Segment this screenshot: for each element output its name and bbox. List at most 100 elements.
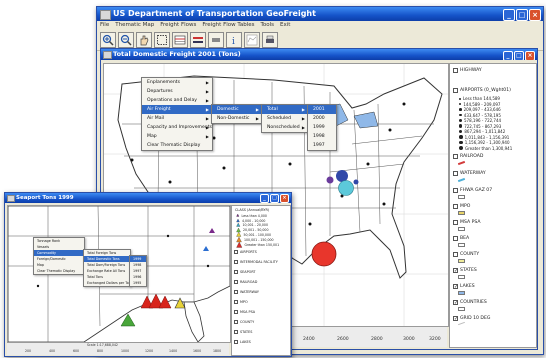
layer-msa-psa[interactable]: MSA PSA xyxy=(453,220,480,225)
layer-checkbox[interactable] xyxy=(234,270,238,274)
layer-checkbox[interactable] xyxy=(453,68,458,73)
menu-freight-flows[interactable]: Freight Flows xyxy=(160,21,196,30)
map-title-bar[interactable]: Total Domestic Freight 2001 (Tons) _ □ × xyxy=(101,49,537,60)
seaport-close-button[interactable]: × xyxy=(280,194,289,203)
seaport-layer[interactable]: COUNTY xyxy=(234,320,254,324)
menu-item-departures[interactable]: Departures ▶ xyxy=(142,87,212,96)
layer-checkbox[interactable] xyxy=(234,290,238,294)
layer-bea[interactable]: BEA xyxy=(453,236,469,241)
maximize-button[interactable]: □ xyxy=(516,9,528,21)
seaport-menu-item[interactable]: Clear Thematic Display xyxy=(34,268,84,274)
menu-item-total[interactable]: Total ▶ xyxy=(262,105,308,114)
layer-checkbox[interactable] xyxy=(234,280,238,284)
seaport-layer[interactable]: AIRPORTS xyxy=(234,250,257,254)
seaport-layer[interactable]: INTERMODAL FACILITY xyxy=(234,260,278,264)
app-icon xyxy=(100,10,111,20)
minimize-button[interactable]: _ xyxy=(503,9,515,21)
layer-checkbox[interactable]: ✓ xyxy=(453,316,458,322)
layer-airports[interactable]: AIRPORTS (0_Wght01) xyxy=(453,88,511,93)
print-button[interactable] xyxy=(262,32,278,48)
menu-exit[interactable]: Exit xyxy=(280,21,290,30)
menu-tools[interactable]: Tools xyxy=(260,21,274,30)
seaport-layer[interactable]: STATES xyxy=(234,330,252,334)
layer-countries[interactable]: ✓ COUNTRIES xyxy=(453,300,487,306)
layer-checkbox[interactable] xyxy=(234,260,238,264)
layer-checkbox[interactable] xyxy=(453,88,458,93)
menu-item-map[interactable]: Map ▶ xyxy=(142,132,212,141)
select-button[interactable] xyxy=(154,32,170,48)
map-close-button[interactable]: × xyxy=(525,51,535,60)
close-button[interactable]: × xyxy=(529,9,541,21)
layer-states[interactable]: ✓ STATES xyxy=(453,268,477,274)
layer-checkbox[interactable] xyxy=(453,154,458,159)
layer-checkbox[interactable] xyxy=(234,300,238,304)
pan-button[interactable] xyxy=(136,32,152,48)
zoom-out-button[interactable] xyxy=(118,32,134,48)
menu-item-air-freight[interactable]: Air Freight ▶ xyxy=(142,105,212,114)
menu-item-year-1998[interactable]: 1998 xyxy=(308,132,336,141)
submenu-arrow-icon: ▶ xyxy=(205,89,209,94)
triangle-symbol-icon xyxy=(236,218,240,222)
waterway-swatch xyxy=(457,177,466,183)
layer-checkbox[interactable] xyxy=(453,236,458,241)
menu-item-non-domestic[interactable]: Non-Domestic ▶ xyxy=(212,114,262,123)
seaport-layer[interactable]: RAILROAD xyxy=(234,280,257,284)
menu-item-year-2000[interactable]: 2000 xyxy=(308,114,336,123)
layer-checkbox[interactable]: ✓ xyxy=(453,284,458,290)
seaport-submenu-item[interactable]: Exchanged Dollars per Ton xyxy=(84,280,131,286)
seaport-layer[interactable]: MPO xyxy=(234,300,248,304)
layer-checkbox[interactable] xyxy=(453,204,458,209)
layer-fhwa[interactable]: FHWA GAZ 07 xyxy=(453,188,492,193)
info-button[interactable]: i xyxy=(226,32,242,48)
layer-county[interactable]: COUNTY xyxy=(453,252,479,257)
seaport-maximize-button[interactable]: □ xyxy=(270,194,279,203)
menu-freight-flow-tables[interactable]: Freight Flow Tables xyxy=(202,21,254,30)
layer-checkbox[interactable] xyxy=(234,340,238,344)
layer-checkbox[interactable] xyxy=(453,252,458,257)
menu-item-year-2001[interactable]: 2001 xyxy=(308,105,336,114)
menu-item-year-1997[interactable]: 1997 xyxy=(308,141,336,150)
menu-item-capacity[interactable]: Capacity and Improvements ▶ xyxy=(142,123,212,132)
layer-checkbox[interactable]: ✓ xyxy=(453,268,458,274)
seaport-layer[interactable]: LAKES xyxy=(234,340,251,344)
main-title-bar[interactable]: US Department of Transportation GeoFreig… xyxy=(97,7,543,21)
seaport-title-bar[interactable]: Seaport Tons 1999 _ □ × xyxy=(5,193,291,203)
layer-checkbox[interactable] xyxy=(234,330,238,334)
menu-label: Foreign/Domestic xyxy=(37,257,66,261)
map-maximize-button[interactable]: □ xyxy=(514,51,524,60)
menu-file[interactable]: File xyxy=(100,21,109,30)
layer-checkbox[interactable] xyxy=(234,250,238,254)
map-minimize-button[interactable]: _ xyxy=(503,51,513,60)
menu-item-clear-thematic[interactable]: Clear Thematic Display xyxy=(142,141,212,150)
seaport-layer[interactable]: SEAPORT xyxy=(234,270,256,274)
menu-item-scheduled[interactable]: Scheduled ▶ xyxy=(262,114,308,123)
layer-checkbox[interactable] xyxy=(234,320,238,324)
layer-checkbox[interactable] xyxy=(453,220,458,225)
layer-lakes[interactable]: ✓ LAKES xyxy=(453,284,475,290)
menu-item-operations-delay[interactable]: Operations and Delay ▶ xyxy=(142,96,212,105)
seaport-year-item[interactable]: 1995 xyxy=(130,280,146,286)
menu-item-domestic[interactable]: Domestic ▶ xyxy=(212,105,262,114)
map-button[interactable] xyxy=(244,32,260,48)
seaport-minimize-button[interactable]: _ xyxy=(260,194,269,203)
layer-grid[interactable]: ✓ GRID 10 DEG xyxy=(453,316,490,322)
menu-item-air-mail[interactable]: Air Mail ▶ xyxy=(142,114,212,123)
chart-button[interactable] xyxy=(190,32,206,48)
layer-railroad[interactable]: RAILROAD xyxy=(453,154,483,159)
menu-item-nonscheduled[interactable]: Nonscheduled ▶ xyxy=(262,123,308,132)
layer-checkbox[interactable]: ✓ xyxy=(453,300,458,306)
layer-mpo[interactable]: MPO xyxy=(453,204,470,209)
table-button[interactable] xyxy=(172,32,188,48)
layer-checkbox[interactable] xyxy=(234,310,238,314)
layer-button[interactable] xyxy=(208,32,224,48)
seaport-layer[interactable]: WATERWAY xyxy=(234,290,259,294)
menu-item-enplanements[interactable]: Enplanements ▶ xyxy=(142,78,212,87)
seaport-layer[interactable]: MSA PSA xyxy=(234,310,255,314)
zoom-in-button[interactable] xyxy=(100,32,116,48)
layer-checkbox[interactable] xyxy=(453,171,458,176)
menu-thematic-map[interactable]: Thematic Map xyxy=(115,21,154,30)
layer-highway[interactable]: HIGHWAY xyxy=(453,68,482,73)
layer-waterway[interactable]: WATERWAY xyxy=(453,171,486,176)
layer-checkbox[interactable] xyxy=(453,188,458,193)
menu-item-year-1999[interactable]: 1999 xyxy=(308,123,336,132)
